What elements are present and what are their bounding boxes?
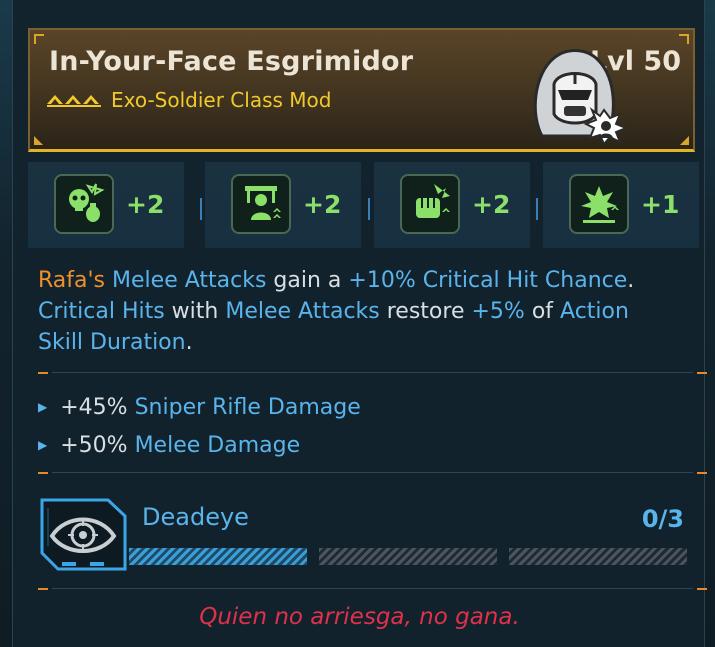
text-segment: . (185, 330, 193, 355)
keyword: +5% (471, 299, 525, 324)
text-segment: restore (379, 299, 472, 324)
side-panel-right (705, 0, 715, 647)
divider (200, 198, 202, 220)
skill-bonus-row: +2 +2 +2 +1 (28, 162, 700, 248)
skill-bonus-1[interactable]: +2 (28, 162, 184, 248)
bullet-arrow-icon: ▶ (38, 438, 48, 452)
skill-bonus-value: +2 (303, 190, 342, 219)
skill-bonus-3[interactable]: +2 (374, 162, 530, 248)
keyword: Melee Attacks (112, 268, 267, 293)
text-segment: . (627, 268, 635, 293)
deadeye-eye-icon[interactable] (38, 496, 129, 573)
bonus-item: ▶ +50% Melee Damage (38, 426, 361, 464)
item-header: In-Your-Face Esgrimidor Lvl 50 Exo-Soldi… (28, 28, 695, 152)
keyword: Skill Duration (38, 330, 186, 355)
corner-decoration (34, 34, 44, 44)
skill-rank-pip-1 (129, 548, 307, 565)
fist-impact-icon (400, 174, 460, 234)
description-line-3: Skill Duration. (38, 327, 703, 358)
skill-bonus-value: +2 (126, 190, 165, 219)
bonus-list: ▶ +45% Sniper Rifle Damage ▶ +50% Melee … (38, 388, 361, 464)
skill-rank: 0/3 (641, 505, 684, 533)
bonus-value: +45% (60, 394, 128, 420)
bullet-arrow-icon: ▶ (38, 400, 48, 414)
corner-decoration (679, 34, 689, 44)
skill-bonus-value: +1 (641, 190, 680, 219)
divider (536, 198, 538, 220)
skill-name: Deadeye (142, 503, 249, 531)
skill-bonus-4[interactable]: +1 (543, 162, 699, 248)
skill-rank-pip-3 (509, 548, 687, 565)
legendary-chevrons-icon (47, 95, 101, 107)
corner-decoration (680, 136, 689, 145)
section-divider (38, 472, 707, 474)
bonus-value: +50% (60, 432, 128, 458)
keyword: Action (560, 299, 629, 324)
text-segment: with (164, 299, 226, 324)
keyword: Melee Attacks (225, 299, 380, 324)
exo-soldier-helmet-icon (520, 44, 630, 146)
item-type: Exo-Soldier Class Mod (111, 88, 332, 112)
skill-bonus-value: +2 (472, 190, 511, 219)
text-segment: of (524, 299, 561, 324)
item-type-row: Exo-Soldier Class Mod (47, 88, 331, 112)
bonus-item: ▶ +45% Sniper Rifle Damage (38, 388, 361, 426)
flavor-text: Quien no arriesga, no gana. (199, 604, 520, 630)
item-description: Rafa's Melee Attacks gain a +10% Critica… (38, 265, 703, 358)
soldier-banner-icon (231, 174, 291, 234)
section-divider (38, 372, 707, 374)
divider (368, 198, 370, 220)
side-panel-left (0, 0, 12, 647)
keyword: +10% Critical Hit Chance (348, 268, 628, 293)
skill-bonus-2[interactable]: +2 (205, 162, 361, 248)
description-line-2: Critical Hits with Melee Attacks restore… (38, 296, 703, 327)
skill-rank-pip-2 (319, 548, 497, 565)
item-card: In-Your-Face Esgrimidor Lvl 50 Exo-Soldi… (12, 0, 707, 647)
character-name: Rafa's (38, 268, 106, 293)
bonus-label: Melee Damage (134, 432, 301, 458)
description-line-1: Rafa's Melee Attacks gain a +10% Critica… (38, 265, 703, 296)
corner-decoration (34, 136, 43, 145)
item-name: In-Your-Face Esgrimidor (49, 46, 414, 77)
explosion-icon (569, 174, 629, 234)
text-segment: gain a (266, 268, 349, 293)
text-segment (105, 268, 112, 293)
bonus-label: Sniper Rifle Damage (134, 394, 361, 420)
section-divider (38, 588, 707, 590)
grenade-skull-icon (54, 174, 114, 234)
keyword: Critical Hits (38, 299, 165, 324)
